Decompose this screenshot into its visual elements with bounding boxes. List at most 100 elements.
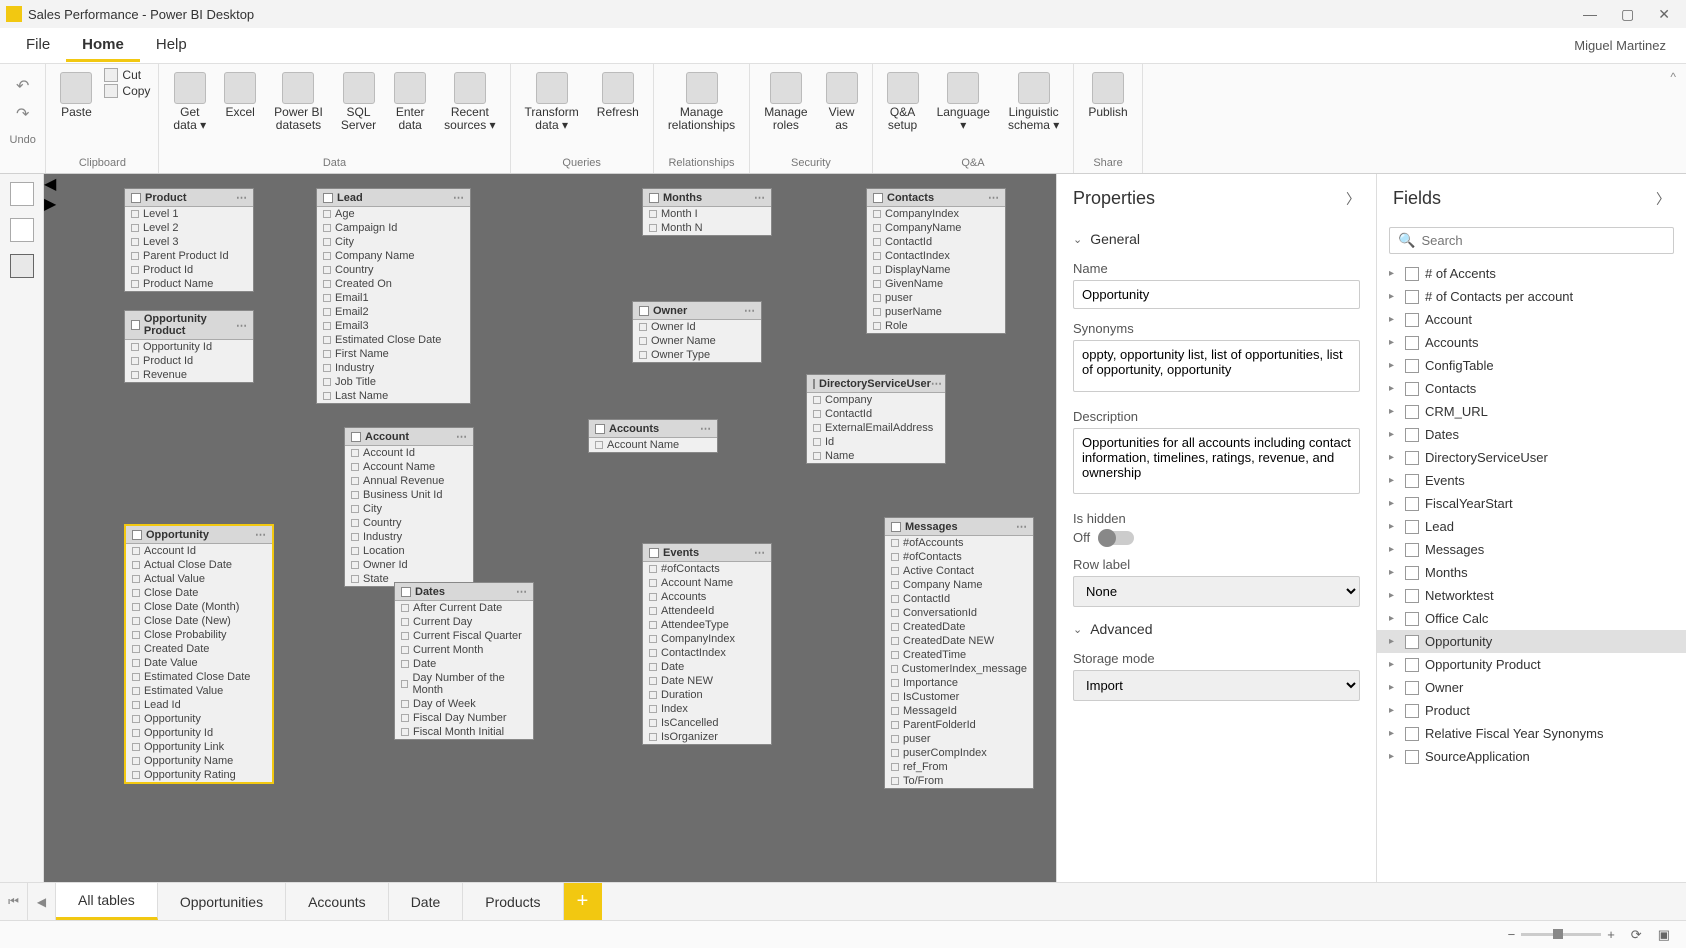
table-field[interactable]: Owner Type [633, 348, 761, 362]
fit-to-screen-button[interactable]: ⟳ [1631, 927, 1642, 943]
table-field[interactable]: Location [345, 544, 473, 558]
table-field[interactable]: Day Number of the Month [395, 671, 533, 697]
table-field[interactable]: #ofContacts [885, 550, 1033, 564]
field-item-networktest[interactable]: ▸Networktest [1377, 584, 1686, 607]
table-field[interactable]: IsCustomer [885, 690, 1033, 704]
table-field[interactable]: Day of Week [395, 697, 533, 711]
table-field[interactable]: ContactIndex [643, 646, 771, 660]
field-item-messages[interactable]: ▸Messages [1377, 538, 1686, 561]
table-header[interactable]: Account⋯ [345, 428, 473, 446]
table-field[interactable]: ContactId [867, 235, 1005, 249]
table-field[interactable]: Account Id [345, 446, 473, 460]
table-field[interactable]: City [317, 235, 470, 249]
table-field[interactable]: Company Name [885, 578, 1033, 592]
table-field[interactable]: AttendeeId [643, 604, 771, 618]
user-name[interactable]: Miguel Martinez [1574, 38, 1676, 53]
table-field[interactable]: Country [345, 516, 473, 530]
publish-button[interactable]: Publish [1082, 68, 1133, 123]
advanced-section-header[interactable]: ⌄ Advanced [1057, 613, 1376, 645]
table-field[interactable]: ContactIndex [867, 249, 1005, 263]
table-field[interactable]: Current Fiscal Quarter [395, 629, 533, 643]
fields-search-input[interactable] [1421, 233, 1665, 248]
minimize-button[interactable]: — [1583, 6, 1597, 23]
table-field[interactable]: Id [807, 435, 945, 449]
menu-help[interactable]: Help [140, 30, 203, 62]
transform-button[interactable]: Transformdata ▾ [519, 68, 585, 136]
add-tab-button[interactable]: + [564, 883, 602, 920]
table-field[interactable]: Role [867, 319, 1005, 333]
table-header[interactable]: Opportunity⋯ [126, 526, 272, 544]
table-field[interactable]: To/From [885, 774, 1033, 788]
table-field[interactable]: Active Contact [885, 564, 1033, 578]
table-field[interactable]: Industry [345, 530, 473, 544]
field-item-opportunity[interactable]: ▸Opportunity [1377, 630, 1686, 653]
table-field[interactable]: IsOrganizer [643, 730, 771, 744]
table-field[interactable]: Month I [643, 207, 771, 221]
table-field[interactable]: Opportunity Link [126, 740, 272, 754]
table-field[interactable]: Opportunity [126, 712, 272, 726]
table-field[interactable]: Lead Id [126, 698, 272, 712]
table-directoryserviceuser[interactable]: DirectoryServiceUser⋯CompanyContactIdExt… [806, 374, 946, 464]
field-item--of-accents[interactable]: ▸# of Accents [1377, 262, 1686, 285]
field-item-lead[interactable]: ▸Lead [1377, 515, 1686, 538]
zoom-out-button[interactable]: − [1508, 927, 1516, 942]
table-field[interactable]: Importance [885, 676, 1033, 690]
table-field[interactable]: Fiscal Month Initial [395, 725, 533, 739]
tab-accounts[interactable]: Accounts [286, 883, 389, 920]
table-field[interactable]: GivenName [867, 277, 1005, 291]
table-owner[interactable]: Owner⋯Owner IdOwner NameOwner Type [632, 301, 762, 363]
table-field[interactable]: Created Date [126, 642, 272, 656]
table-header[interactable]: Contacts⋯ [867, 189, 1005, 207]
table-field[interactable]: Age [317, 207, 470, 221]
tab-date[interactable]: Date [389, 883, 464, 920]
enter-button[interactable]: Enterdata [388, 68, 432, 136]
menu-file[interactable]: File [10, 30, 66, 62]
table-field[interactable]: Level 2 [125, 221, 253, 235]
table-opportunity-product[interactable]: Opportunity Product⋯Opportunity IdProduc… [124, 310, 254, 383]
synonyms-input[interactable] [1073, 340, 1360, 392]
table-field[interactable]: ContactId [885, 592, 1033, 606]
table-field[interactable]: Current Day [395, 615, 533, 629]
fields-search[interactable]: 🔍 [1389, 227, 1674, 254]
table-field[interactable]: Date [643, 660, 771, 674]
table-field[interactable]: Level 1 [125, 207, 253, 221]
table-field[interactable]: Account Id [126, 544, 272, 558]
maximize-button[interactable]: ▢ [1621, 6, 1634, 23]
table-lead[interactable]: Lead⋯AgeCampaign IdCityCompany NameCount… [316, 188, 471, 404]
table-field[interactable]: CreatedTime [885, 648, 1033, 662]
table-field[interactable]: Product Name [125, 277, 253, 291]
report-view-button[interactable] [10, 182, 34, 206]
table-opportunity[interactable]: Opportunity⋯Account IdActual Close DateA… [124, 524, 274, 784]
table-field[interactable]: Opportunity Rating [126, 768, 272, 782]
redo-button[interactable]: ↷ [16, 104, 29, 124]
field-item-dates[interactable]: ▸Dates [1377, 423, 1686, 446]
field-item-directoryserviceuser[interactable]: ▸DirectoryServiceUser [1377, 446, 1686, 469]
table-field[interactable]: Parent Product Id [125, 249, 253, 263]
table-field[interactable]: Estimated Close Date [126, 670, 272, 684]
collapse-properties-icon[interactable]: 〉 [1346, 189, 1360, 209]
q-a-button[interactable]: Q&Asetup [881, 68, 925, 136]
table-field[interactable]: Actual Value [126, 572, 272, 586]
field-item-account[interactable]: ▸Account [1377, 308, 1686, 331]
table-field[interactable]: Date [395, 657, 533, 671]
table-field[interactable]: Product Id [125, 354, 253, 368]
table-header[interactable]: DirectoryServiceUser⋯ [807, 375, 945, 393]
field-item-events[interactable]: ▸Events [1377, 469, 1686, 492]
table-field[interactable]: CreatedDate NEW [885, 634, 1033, 648]
field-item-office-calc[interactable]: ▸Office Calc [1377, 607, 1686, 630]
table-header[interactable]: Product⋯ [125, 189, 253, 207]
table-field[interactable]: puser [867, 291, 1005, 305]
field-item--of-contacts-per-account[interactable]: ▸# of Contacts per account [1377, 285, 1686, 308]
table-field[interactable]: Name [807, 449, 945, 463]
table-field[interactable]: Job Title [317, 375, 470, 389]
collapse-fields-icon[interactable]: 〉 [1656, 189, 1670, 209]
table-field[interactable]: Product Id [125, 263, 253, 277]
zoom-slider[interactable] [1521, 933, 1601, 936]
table-field[interactable]: CreatedDate [885, 620, 1033, 634]
table-field[interactable]: Last Name [317, 389, 470, 403]
table-field[interactable]: Estimated Close Date [317, 333, 470, 347]
table-field[interactable]: ExternalEmailAddress [807, 421, 945, 435]
table-field[interactable]: Revenue [125, 368, 253, 382]
table-field[interactable]: Email3 [317, 319, 470, 333]
general-section-header[interactable]: ⌄ General [1057, 223, 1376, 255]
